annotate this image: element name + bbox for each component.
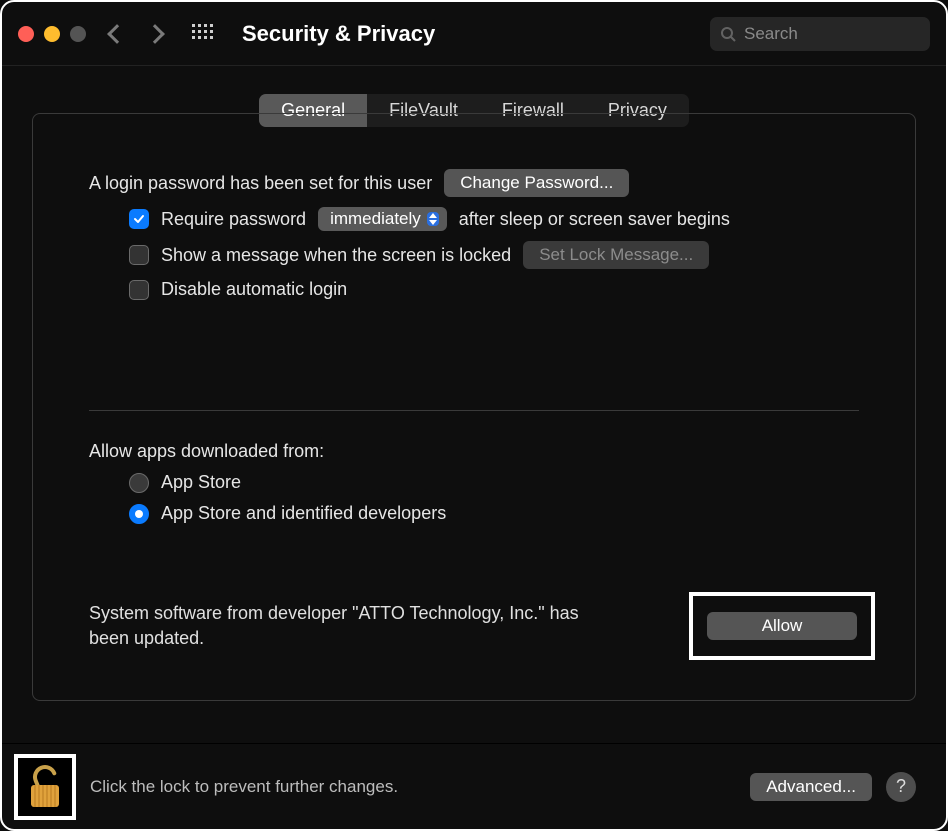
require-password-delay-select[interactable]: immediately <box>318 207 447 231</box>
require-password-label-pre: Require password <box>161 209 306 230</box>
require-password-label-post: after sleep or screen saver begins <box>459 209 730 230</box>
search-placeholder: Search <box>744 24 798 44</box>
footer: Click the lock to prevent further change… <box>2 743 946 829</box>
help-button[interactable]: ? <box>886 772 916 802</box>
titlebar: Security & Privacy Search <box>2 2 946 66</box>
zoom-window-button[interactable] <box>70 26 86 42</box>
unlock-icon[interactable] <box>27 763 63 811</box>
content-area: General FileVault Firewall Privacy A log… <box>2 66 946 743</box>
show-all-icon[interactable] <box>192 24 212 44</box>
disable-auto-login-label: Disable automatic login <box>161 279 347 300</box>
allow-apps-label: Allow apps downloaded from: <box>89 441 324 462</box>
lock-highlight-frame <box>14 754 76 820</box>
stepper-icon <box>427 212 439 226</box>
search-input[interactable]: Search <box>710 17 930 51</box>
divider <box>89 410 859 411</box>
change-password-button[interactable]: Change Password... <box>444 169 629 197</box>
radio-app-store-and-developers[interactable] <box>129 504 149 524</box>
show-message-checkbox[interactable] <box>129 245 149 265</box>
disable-auto-login-checkbox[interactable] <box>129 280 149 300</box>
system-software-message: System software from developer "ATTO Tec… <box>89 601 609 651</box>
advanced-button[interactable]: Advanced... <box>750 773 872 801</box>
general-panel: A login password has been set for this u… <box>32 113 916 701</box>
close-window-button[interactable] <box>18 26 34 42</box>
back-button[interactable] <box>107 24 127 44</box>
allow-highlight-frame: Allow <box>689 592 875 660</box>
minimize-window-button[interactable] <box>44 26 60 42</box>
require-password-delay-value: immediately <box>330 209 421 229</box>
search-icon <box>720 26 736 42</box>
show-message-label: Show a message when the screen is locked <box>161 245 511 266</box>
set-lock-message-button[interactable]: Set Lock Message... <box>523 241 709 269</box>
radio-app-store-and-developers-label: App Store and identified developers <box>161 503 446 524</box>
radio-app-store-label: App Store <box>161 472 241 493</box>
nav-arrows <box>110 27 162 41</box>
window-title: Security & Privacy <box>242 21 435 47</box>
radio-app-store[interactable] <box>129 473 149 493</box>
window-controls <box>18 26 86 42</box>
lock-message: Click the lock to prevent further change… <box>90 777 398 797</box>
forward-button[interactable] <box>145 24 165 44</box>
security-privacy-window: Security & Privacy Search General FileVa… <box>0 0 948 831</box>
allow-button[interactable]: Allow <box>707 612 857 640</box>
require-password-checkbox[interactable] <box>129 209 149 229</box>
login-password-label: A login password has been set for this u… <box>89 173 432 194</box>
